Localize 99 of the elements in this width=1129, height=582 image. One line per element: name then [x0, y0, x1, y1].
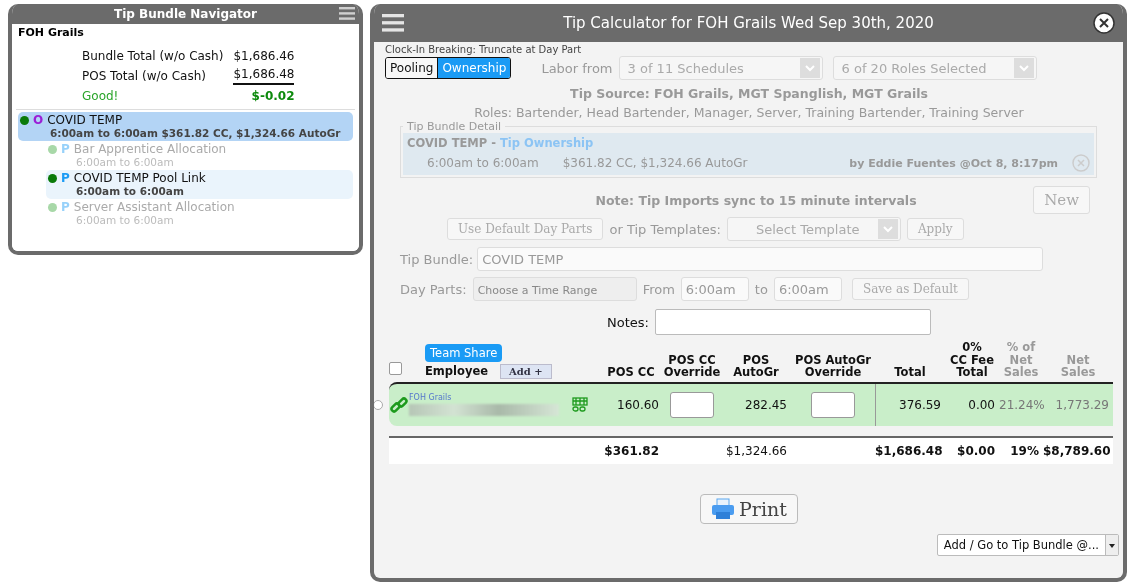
bundle-label: Tip Bundle:: [400, 251, 474, 267]
table-cell-text: 160.60: [616, 397, 660, 412]
roles-text: Roles: Bartender, Head Bartender, Manager, Server, Training Bartender, Training Server: [473, 105, 1025, 120]
total-cell-text: $8,789.60: [1043, 443, 1112, 458]
detail-author: by Eddie Fuentes @Oct 8, 8:17pm: [849, 156, 1058, 170]
bundle-detail: 6:00am to 6:00am: [76, 156, 175, 168]
team-share-button[interactable]: Team Share: [425, 343, 503, 362]
menu-icon[interactable]: [382, 14, 404, 32]
location-name: FOH Grails: [18, 26, 85, 39]
select-all-checkbox[interactable]: [389, 361, 402, 375]
total-value: $1,686.46: [233, 49, 295, 63]
column-header: Employee: [425, 365, 488, 378]
bundle-detail: 6:00am to 6:00am: [76, 185, 185, 197]
bundle-name: COVID TEMP: [47, 113, 123, 127]
print-button[interactable]: Print: [700, 493, 798, 524]
save-default-button[interactable]: Save as Default: [851, 278, 969, 300]
table-cell-text: 0.00: [967, 397, 996, 412]
bundle-select[interactable]: Add / Go to Tip Bundle @...: [936, 533, 1119, 556]
total-cell-text: $1,324.66: [724, 443, 788, 458]
template-select[interactable]: Select Template: [726, 217, 901, 241]
mode-tab[interactable]: Pooling: [386, 58, 438, 78]
bundle-name-field[interactable]: COVID TEMP: [477, 247, 1044, 271]
bundle-item[interactable]: P Server Assistant Allocation 6:00am to 6:00am: [46, 199, 353, 228]
column-header: POS AutoGr: [732, 353, 780, 379]
total-cell-text: $1,686.48: [875, 443, 944, 458]
new-button[interactable]: New: [1033, 186, 1090, 214]
total-cell-text: $361.82: [603, 443, 660, 458]
sync-note: Note: Tip Imports sync to 15 minute intervals: [594, 192, 918, 208]
total-cell-text: $0.00: [956, 443, 996, 458]
from-time-field[interactable]: 6:00am: [680, 277, 749, 301]
total-label: Bundle Total (w/o Cash): [82, 49, 224, 63]
detail-amounts: $361.82 CC, $1,324.66 AutoGr: [562, 156, 748, 170]
bundle-detail: 6:00am to 6:00am: [76, 214, 175, 226]
status-dot: [48, 144, 57, 154]
status-dot: [48, 202, 57, 212]
apply-button[interactable]: Apply: [906, 218, 964, 240]
override-field[interactable]: [811, 391, 855, 418]
labor-label: Labor from: [541, 60, 613, 76]
from-label: From: [642, 281, 675, 297]
dropdown-chevron-icon: [1013, 58, 1034, 78]
total-cell-text: 19%: [1009, 443, 1040, 458]
schedules-select[interactable]: 3 of 11 Schedules: [618, 56, 823, 80]
column-header: 0% CC Fee Total: [949, 341, 995, 379]
window-title: Tip Calculator for FOH Grails Wed Sep 30th, 2020: [563, 14, 934, 32]
dropdown-chevron-icon: [877, 219, 898, 239]
bundle-item[interactable]: P COVID TEMP Pool Link 6:00am to 6:00am: [46, 170, 353, 199]
total-label: POS Total (w/o Cash): [82, 69, 207, 83]
bundle-name: Server Assistant Allocation: [73, 200, 235, 214]
column-header: POS CC Override: [663, 353, 721, 379]
menu-icon[interactable]: [339, 7, 355, 20]
bundle-kind-letter: P: [61, 171, 70, 185]
roles-select[interactable]: 6 of 20 Roles Selected: [832, 56, 1037, 80]
column-header: POS CC: [606, 366, 656, 379]
add-button[interactable]: Add +: [500, 363, 552, 379]
panel-legend: Tip Bundle Detail: [403, 120, 506, 133]
dropdown-caret-icon: [1105, 534, 1118, 555]
to-label: to: [754, 281, 768, 297]
column-header: Total: [893, 366, 927, 379]
column-header: POS AutoGr Override: [793, 353, 873, 379]
bundle-item[interactable]: O COVID TEMP 6:00am to 6:00am $361.82 CC, $1,324.66 AutoGr: [18, 112, 353, 141]
status-dot: [20, 115, 29, 125]
override-field[interactable]: [670, 391, 714, 418]
mode-tab[interactable]: Ownership: [437, 58, 511, 78]
table-cell-text: 282.45: [744, 397, 788, 412]
total-value: $1,686.48: [233, 67, 295, 85]
bundle-kind-letter: O: [33, 113, 44, 127]
templates-label: or Tip Templates:: [609, 221, 721, 237]
difference-value: $-0.02: [250, 89, 295, 103]
day-parts-label: Day Parts:: [400, 281, 467, 297]
notes-field[interactable]: [654, 309, 931, 335]
bundle-kind-letter: P: [61, 142, 70, 156]
printer-icon: [711, 497, 736, 520]
bundle-detail: 6:00am to 6:00am $361.82 CC, $1,324.66 AutoGr: [50, 127, 342, 139]
detail-title: COVID TEMP - Tip Ownership: [407, 136, 595, 150]
time-range-field[interactable]: Choose a Time Range: [472, 277, 637, 301]
status-label: Good!: [82, 89, 120, 103]
table-cell-text: 1,773.29: [1054, 397, 1110, 412]
link-icon: [389, 394, 409, 415]
bundle-name: COVID TEMP Pool Link: [73, 171, 206, 185]
dropdown-chevron-icon: [799, 58, 820, 78]
cash-icon: [571, 396, 589, 413]
bundle-kind-letter: P: [61, 200, 70, 214]
column-header: % of Net Sales: [1002, 341, 1040, 379]
detail-time: 6:00am to 6:00am: [427, 156, 539, 170]
window-title: Tip Bundle Navigator: [114, 7, 257, 21]
table-cell: 21.24%: [999, 397, 1043, 412]
clock-in-text: Clock-In Breaking: Truncate at Day Part: [385, 44, 583, 55]
bundle-item[interactable]: P Bar Apprentice Allocation 6:00am to 6:00am: [46, 141, 353, 170]
table-cell: 376.59: [875, 383, 945, 426]
close-icon[interactable]: [1093, 12, 1115, 34]
tip-source-text: Tip Source: FOH Grails, MGT Spanglish, MGT Grails: [569, 86, 929, 101]
default-day-parts-button[interactable]: Use Default Day Parts: [447, 218, 604, 240]
status-dot: [48, 173, 57, 183]
bundle-name: Bar Apprentice Allocation: [73, 142, 227, 156]
column-header: Net Sales: [1059, 353, 1097, 379]
notes-label: Notes:: [607, 314, 649, 330]
group-name: FOH Grails: [409, 393, 453, 403]
to-time-field[interactable]: 6:00am: [773, 277, 842, 301]
row-radio[interactable]: [374, 399, 383, 410]
